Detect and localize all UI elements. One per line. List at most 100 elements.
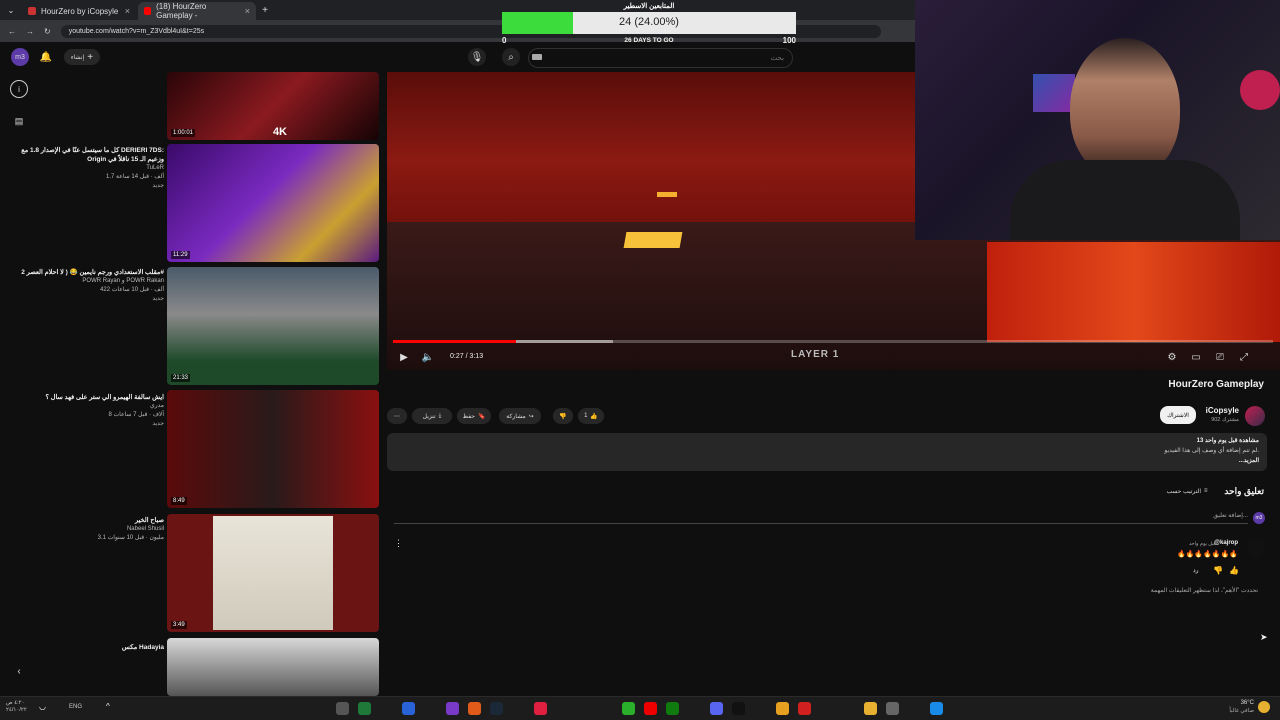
wifi-icon[interactable]: ◡ [39, 702, 46, 711]
keyboard-icon[interactable] [532, 54, 542, 60]
close-tab-icon[interactable]: × [125, 6, 130, 16]
recommendation-item[interactable]: مكس Hadayia [20, 643, 164, 652]
avatar[interactable]: m3 [11, 48, 29, 66]
save-button[interactable]: حفظ 🔖 [457, 408, 491, 424]
browser-tab-2[interactable]: (18) HourZero Gameplay - × [138, 2, 256, 20]
recommendation-thumbnail[interactable]: 3:49 [167, 514, 379, 632]
view-count: 13 مشاهدة قبل يوم واحد [1196, 438, 1259, 444]
video-duration: 3:49 [171, 621, 187, 629]
sort-button[interactable]: الترتيب حسب ≡ [1158, 483, 1216, 499]
video-duration: 11:29 [171, 251, 190, 259]
search-input[interactable]: بحث [528, 48, 793, 68]
tab-menu-icon[interactable]: ⌄ [2, 1, 20, 19]
steam-icon[interactable] [490, 702, 503, 715]
recommendation-thumbnail[interactable]: 21:33 [167, 267, 379, 385]
reload-icon[interactable]: ↻ [44, 27, 51, 36]
fullscreen-icon[interactable]: ⤢ [1235, 348, 1253, 366]
new-badge: جديد [152, 183, 164, 189]
tray-chevron-icon[interactable]: ^ [106, 702, 110, 711]
pinned-note: تحددت "الأهم"، لذا ستظهر التعليقات المهم… [1150, 588, 1258, 594]
share-button[interactable]: مشاركة ↪ [499, 408, 541, 424]
windows-icon[interactable] [930, 702, 943, 715]
description-box[interactable]: 13 مشاهدة قبل يوم واحد لم تتم إضافة أي و… [387, 433, 1267, 471]
reply-button[interactable]: رد [1193, 567, 1199, 574]
recommendation-thumbnail[interactable]: 4K 1:00:01 [167, 72, 379, 140]
app-icon[interactable] [622, 702, 635, 715]
app-icon[interactable] [534, 702, 547, 715]
like-button[interactable]: 1 👍 [578, 408, 604, 424]
share-label: مشاركة [506, 413, 526, 420]
more-link[interactable]: ...المزيد [1239, 457, 1259, 464]
recommendation-item[interactable]: كل ما سيتسل عنّا في الإصدار 1.8 مع DERIE… [20, 146, 164, 191]
recommendation-channel: Nabeel Shusil [126, 526, 164, 532]
chat-icon[interactable]: ▤ [10, 112, 28, 130]
recommendation-thumbnail[interactable]: 11:29 [167, 144, 379, 262]
recommendation-item[interactable]: مقلب الاستعدادي ورجم نايمين 😂 ( لا احلام… [20, 268, 164, 304]
monitor-glow [1033, 74, 1075, 112]
browser-tab-1[interactable]: HourZero by iCopsyle × [22, 2, 136, 20]
app-icon[interactable] [798, 702, 811, 715]
add-comment-input[interactable]: إضافة تعليق... [394, 512, 1248, 524]
youtube-icon[interactable] [644, 702, 657, 715]
subscribe-button[interactable]: الاشتراك [1160, 406, 1196, 424]
recommendation-meta: 3.1 مليون · قبل 10 سنوات [97, 535, 164, 541]
recommendation-item[interactable]: ايش سالفة الهيمرو الي ستر على فهد سال ؟ … [20, 393, 164, 429]
save-label: حفظ [462, 413, 475, 420]
new-tab-icon[interactable]: + [256, 1, 274, 19]
settings-icon[interactable] [886, 702, 899, 715]
streamer-body [1010, 160, 1240, 240]
play-icon[interactable]: ▶ [395, 348, 413, 366]
app-icon[interactable] [336, 702, 349, 715]
weather-temp: 36°C [1240, 700, 1254, 706]
bookmark-icon: 🔖 [477, 413, 486, 420]
app-icon[interactable] [710, 702, 723, 715]
description-text: لم تتم إضافة أي وصف إلى هذا الفيديو. [1164, 448, 1259, 454]
sort-icon: ≡ [1204, 488, 1208, 494]
collapse-arrow-icon[interactable]: ‹ [10, 662, 28, 680]
tiktok-icon[interactable] [732, 702, 745, 715]
comment-text: 🔥🔥🔥🔥🔥🔥🔥 [1176, 551, 1238, 558]
more-actions-button[interactable]: ⋯ [387, 408, 407, 424]
close-tab-icon[interactable]: × [245, 6, 250, 16]
recommendation-thumbnail[interactable]: 8:49 [167, 390, 379, 508]
language-indicator[interactable]: ENG [69, 704, 82, 710]
chrome-icon[interactable] [776, 702, 789, 715]
settings-icon[interactable]: ⚙ [1163, 348, 1181, 366]
weather-icon[interactable] [1258, 701, 1270, 713]
youtube-favicon-icon [28, 7, 36, 15]
recommendation-thumbnail[interactable] [167, 638, 379, 696]
comment-dislike-icon[interactable]: 👎 [1213, 566, 1223, 575]
info-icon[interactable]: i [10, 80, 28, 98]
game-lava [987, 242, 1280, 342]
create-button[interactable]: إنشاء + [64, 49, 100, 65]
taskbar-date: ٤:٢٠ ص ٢٤/١٠/٢٢ [6, 700, 27, 714]
app-icon[interactable] [358, 702, 371, 715]
video-progress-bar[interactable] [393, 340, 1273, 343]
channel-avatar[interactable] [1245, 406, 1265, 426]
commenter-avatar[interactable] [1247, 540, 1265, 558]
app-icon[interactable] [446, 702, 459, 715]
mouse-cursor-icon: ➤ [1260, 632, 1268, 642]
volume-icon[interactable]: 🔈 [419, 348, 437, 366]
channel-name[interactable]: iCopsyle [1206, 406, 1239, 415]
notifications-icon[interactable]: 🔔 [37, 48, 55, 66]
microphone-icon[interactable]: 🎙 [468, 48, 486, 66]
comment-options-icon[interactable]: ⋮ [394, 538, 403, 549]
cast-icon[interactable]: ⎚ [1211, 348, 1229, 366]
forward-icon[interactable]: → [26, 27, 34, 36]
game-light [623, 232, 683, 248]
folder-icon[interactable] [864, 702, 877, 715]
search-icon[interactable]: ⌕ [502, 48, 520, 66]
download-button[interactable]: تنزيل ⤓ [412, 408, 452, 424]
commenter-name[interactable]: @kajrop [1214, 540, 1238, 546]
back-icon[interactable]: ← [8, 27, 16, 36]
app-icon[interactable] [402, 702, 415, 715]
video-title: HourZero Gameplay [1168, 379, 1264, 390]
recommendation-item[interactable]: صباح الخير Nabeel Shusil 3.1 مليون · قبل… [20, 516, 164, 543]
comment-like-icon[interactable]: 👍 [1229, 566, 1239, 575]
miniplayer-icon[interactable]: ▭ [1187, 348, 1205, 366]
app-icon[interactable] [468, 702, 481, 715]
goal-days-label: 26 DAYS TO GO [624, 37, 674, 44]
dislike-button[interactable]: 👎 [553, 408, 573, 424]
xbox-icon[interactable] [666, 702, 679, 715]
